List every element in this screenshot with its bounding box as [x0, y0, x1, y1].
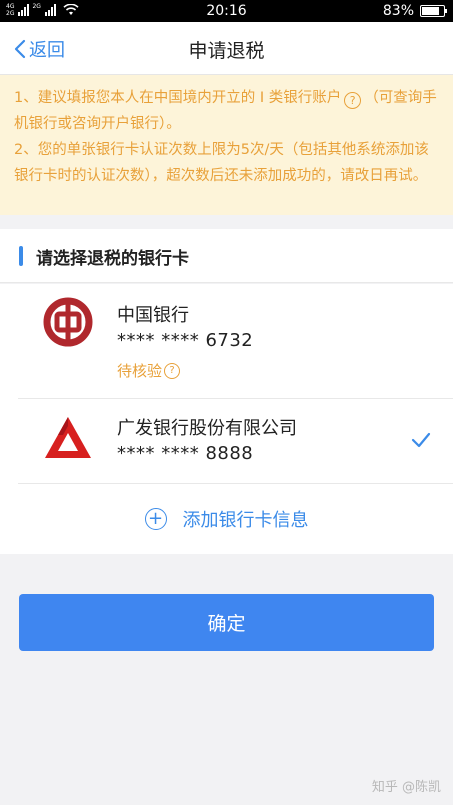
confirm-button[interactable]: 确定: [19, 594, 434, 651]
battery-status: 83%: [382, 3, 447, 19]
section-accent-bar: [19, 246, 23, 266]
help-icon[interactable]: ?: [164, 362, 181, 379]
bank-card-list: 中国银行 **** **** 6732 待核验 ? 广发银行股份有限公司 ***…: [0, 284, 453, 554]
status-bar: 4G 2G 2G 20:16 83%: [0, 0, 453, 22]
section-header: 请选择退税的银行卡: [0, 229, 453, 283]
watermark: 知乎 @陈凯: [371, 780, 441, 795]
notice-banner: 1、建议填报您本人在中国境内开立的 I 类银行账户? （可查询手机银行或咨询开户银…: [0, 75, 453, 215]
boc-logo-icon: [43, 297, 93, 347]
battery-icon: [420, 5, 447, 17]
divider: [18, 398, 453, 399]
notice-line-1: 1、建议填报您本人在中国境内开立的 I 类银行账户? （可查询手机银行或咨询开户银…: [14, 85, 439, 137]
bank-card-item[interactable]: 中国银行 **** **** 6732 待核验 ?: [0, 284, 453, 399]
section-title: 请选择退税的银行卡: [36, 249, 189, 269]
add-card-label: 添加银行卡信息: [182, 510, 309, 531]
card-number: **** **** 6732: [117, 330, 254, 351]
cgb-logo-icon: [45, 417, 91, 458]
battery-percent: 83%: [382, 3, 414, 19]
card-number: **** **** 8888: [117, 443, 254, 464]
status-label: 待核验: [117, 362, 163, 380]
bank-name: 中国银行: [117, 305, 189, 326]
status-badge[interactable]: 待核验 ?: [117, 360, 183, 381]
check-icon: [411, 432, 431, 448]
plus-circle-icon: +: [144, 508, 167, 530]
bank-card-item[interactable]: 广发银行股份有限公司 **** **** 8888: [0, 400, 453, 484]
help-icon[interactable]: ?: [344, 92, 362, 109]
add-card-button[interactable]: + 添加银行卡信息: [0, 484, 453, 554]
notice-line-1-text: 1、建议填报您本人在中国境内开立的 I 类银行账户: [14, 90, 342, 106]
nav-bar: 返回 申请退税: [0, 22, 453, 75]
bank-name: 广发银行股份有限公司: [117, 418, 297, 439]
page-title: 申请退税: [188, 40, 265, 62]
notice-line-2: 2、您的单张银行卡认证次数上限为5次/天（包括其他系统添加该银行卡时的认证次数）…: [14, 142, 429, 184]
